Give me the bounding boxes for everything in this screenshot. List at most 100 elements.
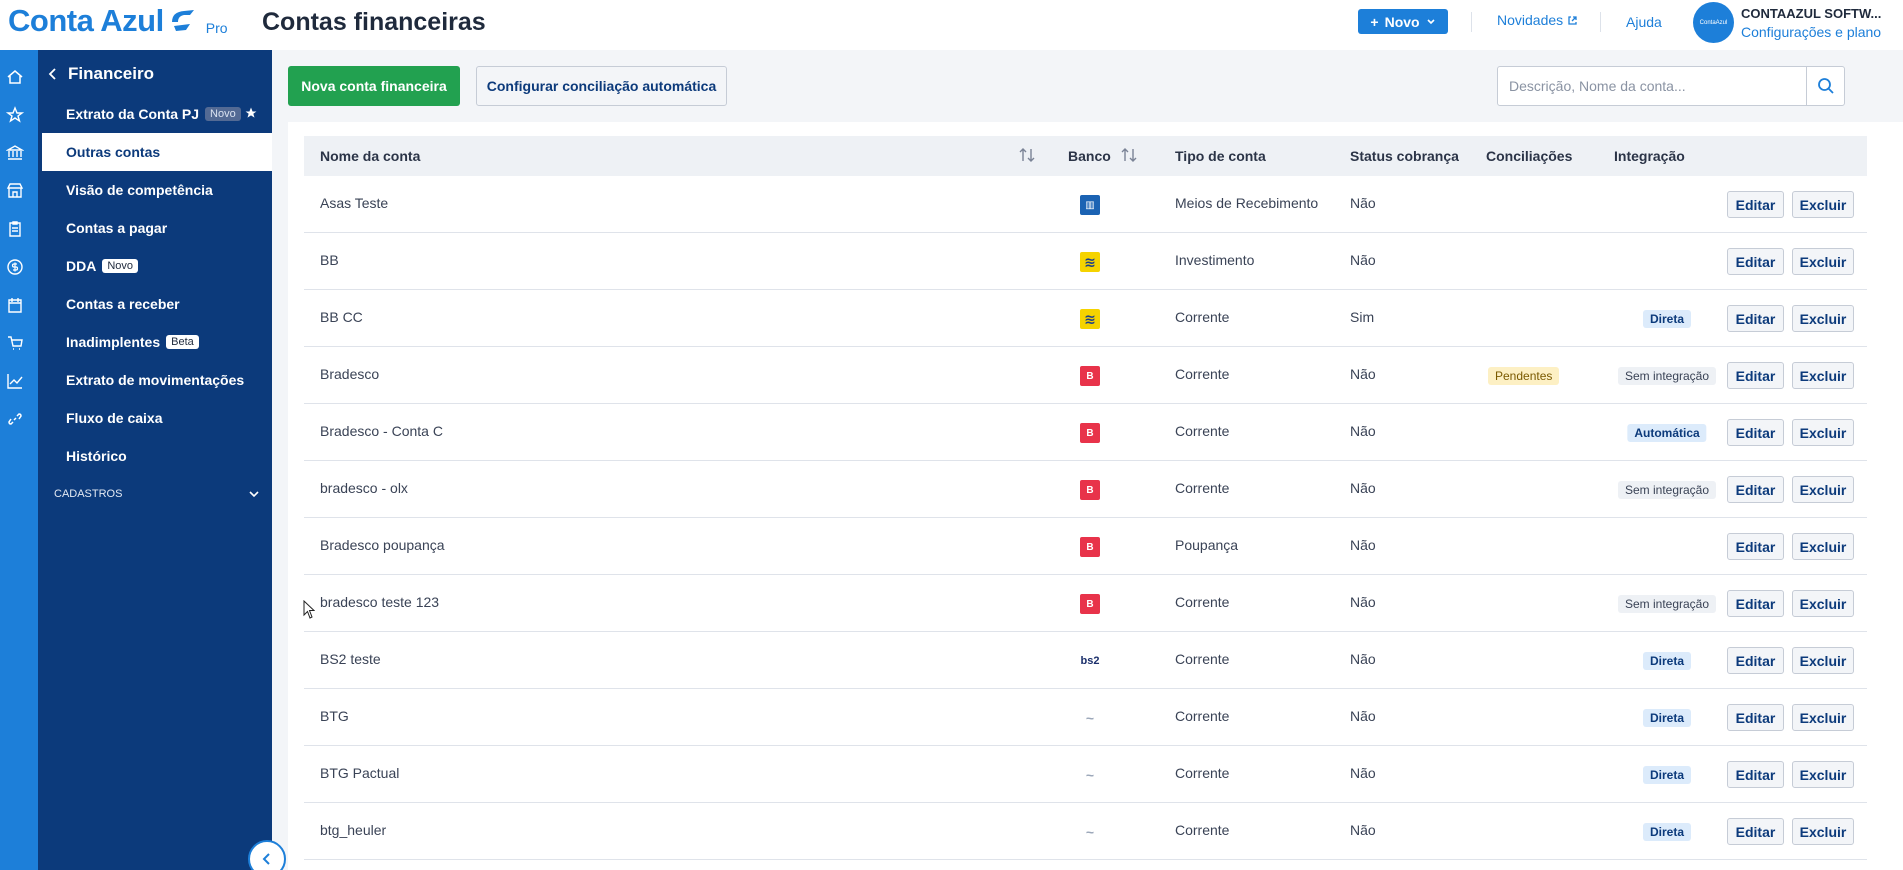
sort-icon[interactable] [1018,147,1036,163]
edit-button[interactable]: Editar [1727,305,1784,332]
edit-button[interactable]: Editar [1727,647,1784,674]
account-type: Meios de Recebimento [1175,195,1319,211]
table-header: Nome da conta Banco Tipo de conta Status… [304,136,1867,176]
bank-logo-bradesco-icon: B [1080,366,1100,386]
sidebar-item-inadimplentes[interactable]: Inadimplentes Beta [38,323,272,361]
sidebar-back-financeiro[interactable]: Financeiro [48,64,154,84]
header-divider [1600,12,1601,32]
edit-button[interactable]: Editar [1727,362,1784,389]
table-row[interactable]: BS2 teste bs2 Corrente Não Direta Editar Exclu… [304,632,1867,689]
logo-mark-icon [171,10,194,31]
home-icon[interactable] [6,68,24,86]
table-row[interactable]: Asas Teste ▥ Meios de Recebimento Não Editar… [304,176,1867,233]
delete-button[interactable]: Excluir [1792,533,1854,560]
edit-button[interactable]: Editar [1727,419,1784,446]
column-header-name[interactable]: Nome da conta [320,148,420,164]
sort-icon[interactable] [1120,147,1138,163]
table-row[interactable]: BB CC ≋ Corrente Sim Direta Editar Excluir [304,290,1867,347]
edit-button[interactable]: Editar [1727,590,1784,617]
sidebar-cadastros-toggle[interactable]: CADASTROS [54,488,260,500]
sidebar-item-historico[interactable]: Histórico [38,437,272,475]
table-row[interactable]: bradesco teste 123 B Corrente Não Sem integr… [304,575,1867,632]
star-icon[interactable] [6,106,24,124]
sidebar-item-label: Fluxo de caixa [66,410,163,426]
edit-button[interactable]: Editar [1727,476,1784,503]
column-header-status: Status cobrança [1350,148,1459,164]
avatar[interactable]: ContaAzul [1693,2,1734,43]
delete-button[interactable]: Excluir [1792,647,1854,674]
delete-button[interactable]: Excluir [1792,761,1854,788]
company-name[interactable]: CONTAAZUL SOFTW... [1741,6,1881,21]
bank-logo-btg-icon: ~ [1080,765,1100,785]
bank-logo-bradesco-icon: B [1080,537,1100,557]
table-row[interactable]: BTG Pactual ~ Corrente Não Direta Editar Exclu… [304,746,1867,803]
sidebar-item-extrato-conta-pj[interactable]: Extrato da Conta PJ Novo [38,95,272,133]
sidebar-item-contas-receber[interactable]: Contas a receber [38,285,272,323]
configure-auto-reconciliation-button[interactable]: Configurar conciliação automática [476,66,727,106]
search-button[interactable] [1806,67,1844,105]
integration-badge: Direta [1642,652,1692,670]
sidebar-item-outras-contas[interactable]: Outras contas [42,133,272,171]
reconciliation-badge[interactable]: Pendentes [1488,367,1560,385]
link-icon[interactable] [6,410,24,428]
table-row[interactable]: btg_heuler ~ Corrente Não Direta Editar Exclui… [304,803,1867,860]
edit-button[interactable]: Editar [1727,248,1784,275]
sidebar-item-visao-competencia[interactable]: Visão de competência [38,171,272,209]
account-name: Bradesco [320,366,380,382]
edit-button[interactable]: Editar [1727,761,1784,788]
bank-icon[interactable] [6,144,24,162]
account-type: Corrente [1175,480,1230,496]
dollar-icon[interactable] [6,258,24,276]
delete-button[interactable]: Excluir [1792,191,1854,218]
edit-button[interactable]: Editar [1727,191,1784,218]
account-type: Investimento [1175,252,1255,268]
collapse-sidebar-button[interactable] [248,840,286,870]
search-box [1497,66,1845,106]
conta-azul-logo[interactable]: Conta Azul Pro [8,4,228,38]
table-row[interactable]: Bradesco - Conta C B Corrente Não Automática… [304,404,1867,461]
table-row[interactable]: BTG ~ Corrente Não Direta Editar Excluir [304,689,1867,746]
table-row[interactable]: Bradesco poupança B Poupança Não Editar Exclu… [304,518,1867,575]
clipboard-icon[interactable] [6,220,24,238]
calendar-dollar-icon[interactable] [6,296,24,314]
sidebar-item-extrato-movimentacoes[interactable]: Extrato de movimentações [38,361,272,399]
sidebar-item-fluxo-caixa[interactable]: Fluxo de caixa [38,399,272,437]
cart-icon[interactable] [6,334,24,352]
bank-logo-bradesco-icon: B [1080,423,1100,443]
star-filled-icon[interactable] [244,106,258,120]
billing-status: Não [1350,195,1376,211]
icon-rail [0,50,38,870]
ajuda-link[interactable]: Ajuda [1626,14,1662,30]
sidebar-item-contas-pagar[interactable]: Contas a pagar [38,209,272,247]
delete-button[interactable]: Excluir [1792,248,1854,275]
store-icon[interactable] [6,182,24,200]
sidebar-item-dda[interactable]: DDA Novo [38,247,272,285]
edit-button[interactable]: Editar [1727,533,1784,560]
novo-button[interactable]: + Novo [1358,9,1448,34]
bank-logo-bradesco-icon: B [1080,594,1100,614]
settings-plan-link[interactable]: Configurações e plano [1741,24,1881,40]
integration-badge: Sem integração [1617,595,1717,613]
edit-button[interactable]: Editar [1727,704,1784,731]
delete-button[interactable]: Excluir [1792,305,1854,332]
table-row[interactable]: Bradesco B Corrente Não Pendentes Sem integra… [304,347,1867,404]
table-row[interactable]: BB ≋ Investimento Não Editar Excluir [304,233,1867,290]
header-divider [1471,12,1472,32]
delete-button[interactable]: Excluir [1792,362,1854,389]
delete-button[interactable]: Excluir [1792,476,1854,503]
chart-line-icon[interactable] [6,372,24,390]
search-input[interactable] [1498,67,1806,105]
edit-button[interactable]: Editar [1727,818,1784,845]
delete-button[interactable]: Excluir [1792,704,1854,731]
page-title: Contas financeiras [262,8,486,36]
account-name: BTG [320,708,349,724]
delete-button[interactable]: Excluir [1792,818,1854,845]
table-row[interactable]: bradesco - olx B Corrente Não Sem integração… [304,461,1867,518]
novidades-link[interactable]: Novidades [1497,12,1578,28]
column-header-bank[interactable]: Banco [1068,148,1111,164]
delete-button[interactable]: Excluir [1792,590,1854,617]
new-account-button[interactable]: Nova conta financeira [288,66,460,106]
column-header-type: Tipo de conta [1175,148,1266,164]
delete-button[interactable]: Excluir [1792,419,1854,446]
external-link-icon [1568,15,1577,25]
